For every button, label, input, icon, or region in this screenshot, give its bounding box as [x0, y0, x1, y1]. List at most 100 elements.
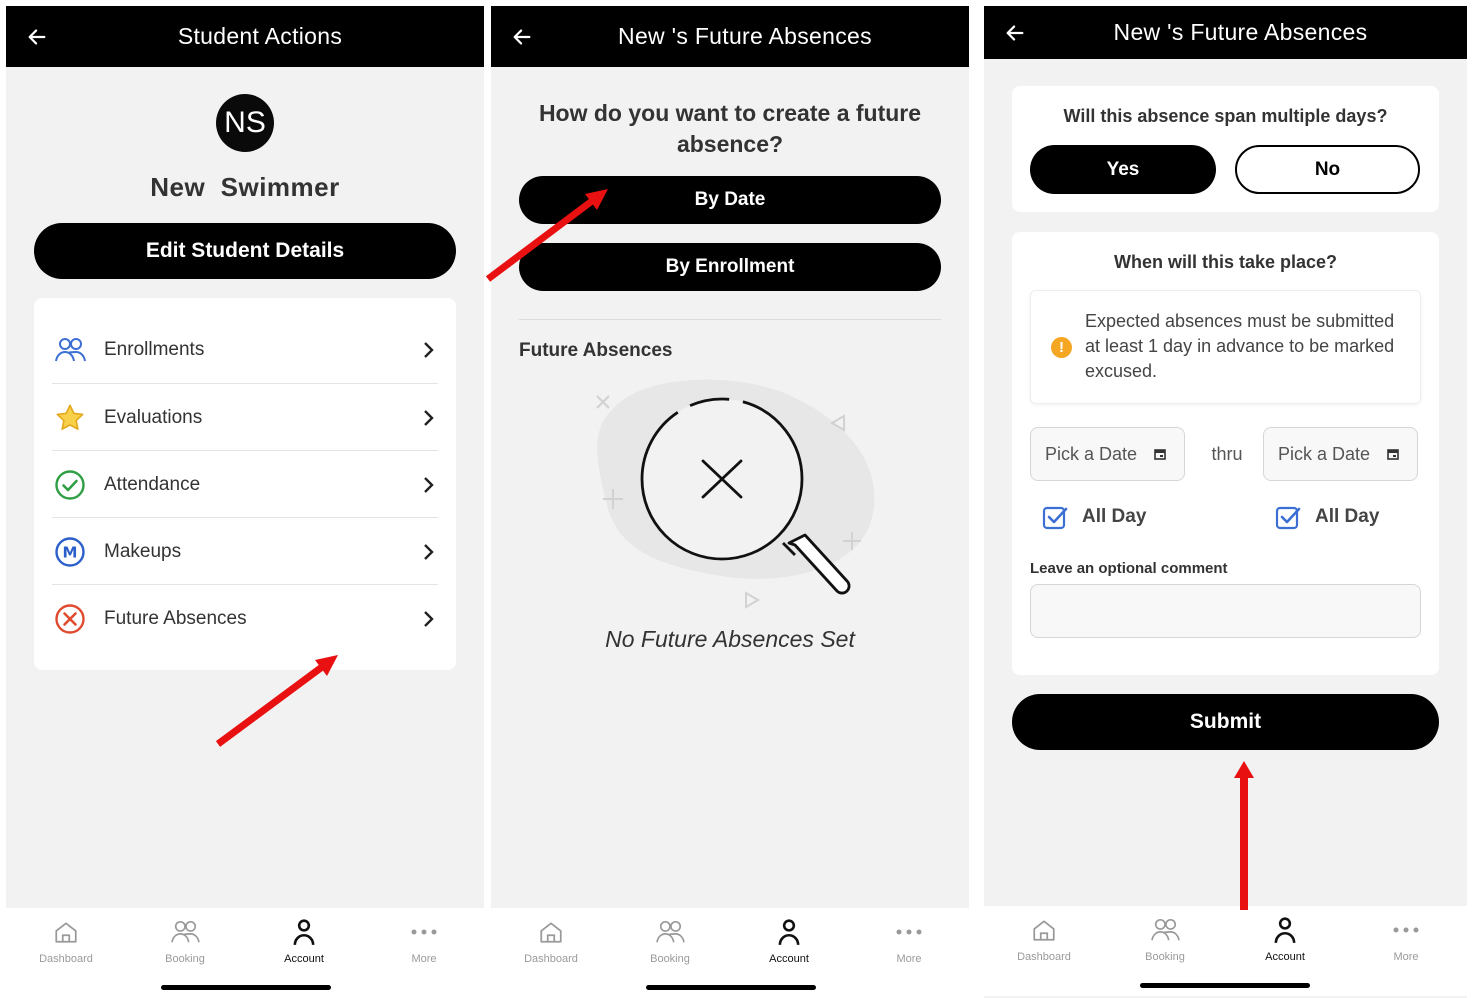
- tab-dashboard[interactable]: Dashboard: [21, 916, 111, 965]
- people-icon: [52, 332, 88, 368]
- home-icon: [506, 916, 596, 948]
- thru-label: thru: [1211, 444, 1243, 464]
- back-arrow-icon[interactable]: [1004, 6, 1028, 59]
- tab-label: More: [411, 953, 437, 965]
- menu-item-makeups[interactable]: M Makeups: [52, 518, 438, 585]
- tab-booking[interactable]: Booking: [1120, 914, 1210, 963]
- comment-input[interactable]: [1030, 584, 1421, 638]
- menu-item-label: Makeups: [104, 540, 182, 562]
- yes-button[interactable]: Yes: [1030, 145, 1216, 194]
- tab-label: More: [896, 953, 922, 965]
- svg-text:M: M: [63, 543, 78, 561]
- start-date-placeholder: Pick a Date: [1045, 443, 1138, 464]
- tab-dashboard[interactable]: Dashboard: [506, 916, 596, 965]
- menu-item-attendance[interactable]: Attendance: [52, 451, 438, 518]
- menu-item-evaluations[interactable]: Evaluations: [52, 384, 438, 451]
- chevron-right-icon: [418, 476, 438, 494]
- page-title: New 's Future Absences: [618, 23, 872, 49]
- tab-more[interactable]: More: [379, 916, 469, 965]
- checkbox-checked-icon: [1042, 504, 1068, 530]
- home-indicator: [161, 985, 331, 990]
- tab-label: Account: [769, 953, 809, 965]
- chevron-right-icon: [418, 610, 438, 628]
- tab-more[interactable]: More: [1361, 914, 1451, 963]
- tab-label: Dashboard: [39, 953, 93, 965]
- all-day-label: All Day: [1315, 506, 1380, 527]
- multi-day-card: Will this absence span multiple days? Ye…: [1012, 86, 1439, 212]
- tab-bar: Dashboard Booking Account More: [6, 908, 484, 998]
- edit-student-details-button[interactable]: Edit Student Details: [34, 223, 456, 279]
- tab-label: Booking: [650, 953, 690, 965]
- more-dots-icon: [379, 916, 469, 948]
- back-arrow-icon[interactable]: [511, 6, 535, 67]
- by-date-button[interactable]: By Date: [519, 176, 941, 224]
- when-question: When will this take place?: [1113, 252, 1338, 272]
- tab-account[interactable]: Account: [1240, 914, 1330, 963]
- tab-label: Account: [1265, 951, 1305, 963]
- menu-item-future-absences[interactable]: Future Absences: [52, 585, 438, 652]
- student-actions-menu: Enrollments Evaluations Attendance M Mak…: [34, 298, 456, 670]
- by-enrollment-button[interactable]: By Enrollment: [519, 243, 941, 291]
- chevron-right-icon: [418, 341, 438, 359]
- people-icon: [1120, 914, 1210, 946]
- no-button[interactable]: No: [1235, 145, 1420, 194]
- student-actions-screen: Student Actions NS New Swimmer Edit Stud…: [6, 6, 484, 998]
- page-title: Student Actions: [177, 23, 343, 49]
- person-icon: [259, 916, 349, 948]
- info-text: Expected absences must be submitted at l…: [1085, 311, 1395, 381]
- divider: [519, 319, 941, 320]
- end-date-placeholder: Pick a Date: [1278, 443, 1371, 464]
- empty-state-text: No Future Absences Set: [605, 626, 855, 652]
- tab-label: Dashboard: [524, 953, 578, 965]
- tab-dashboard[interactable]: Dashboard: [999, 914, 1089, 963]
- home-indicator: [646, 985, 816, 990]
- student-name: New Swimmer: [150, 172, 340, 202]
- calendar-icon: [1148, 448, 1172, 460]
- comment-label: Leave an optional comment: [1030, 560, 1228, 577]
- tab-label: Account: [284, 953, 324, 965]
- home-indicator: [1140, 983, 1310, 988]
- back-arrow-icon[interactable]: [26, 6, 50, 67]
- tab-label: Dashboard: [1017, 951, 1071, 963]
- future-absences-screen: New 's Future Absences How do you want t…: [491, 6, 969, 998]
- tab-label: Booking: [165, 953, 205, 965]
- tab-booking[interactable]: Booking: [625, 916, 715, 965]
- all-day-end-checkbox[interactable]: All Day: [1275, 504, 1379, 530]
- person-icon: [744, 916, 834, 948]
- end-date-field[interactable]: Pick a Date: [1263, 427, 1418, 481]
- home-icon: [999, 914, 1089, 946]
- future-absence-form-screen: New 's Future Absences Will this absence…: [984, 6, 1467, 998]
- menu-item-label: Future Absences: [104, 607, 247, 629]
- more-dots-icon: [864, 916, 954, 948]
- calendar-icon: [1381, 448, 1405, 460]
- tab-booking[interactable]: Booking: [140, 916, 230, 965]
- person-icon: [1240, 914, 1330, 946]
- more-dots-icon: [1361, 914, 1451, 946]
- multi-day-question: Will this absence span multiple days?: [1063, 106, 1388, 126]
- header: New 's Future Absences: [491, 6, 969, 67]
- tab-more[interactable]: More: [864, 916, 954, 965]
- menu-item-label: Enrollments: [104, 338, 205, 360]
- header: Student Actions: [6, 6, 484, 67]
- tab-label: Booking: [1145, 951, 1185, 963]
- tab-label: More: [1393, 951, 1419, 963]
- create-absence-question: How do you want to create a future absen…: [538, 100, 922, 157]
- x-circle-icon: [52, 601, 88, 637]
- tab-bar: Dashboard Booking Account More: [984, 906, 1467, 996]
- submit-button[interactable]: Submit: [1012, 694, 1439, 750]
- tab-account[interactable]: Account: [744, 916, 834, 965]
- when-card: When will this take place? ! Expected ab…: [1012, 232, 1439, 675]
- star-icon: [52, 400, 88, 436]
- header: New 's Future Absences: [984, 6, 1467, 59]
- people-icon: [140, 916, 230, 948]
- start-date-field[interactable]: Pick a Date: [1030, 427, 1185, 481]
- menu-item-enrollments[interactable]: Enrollments: [52, 316, 438, 383]
- chevron-right-icon: [418, 409, 438, 427]
- avatar: NS: [216, 94, 274, 152]
- check-circle-icon: [52, 467, 88, 503]
- all-day-start-checkbox[interactable]: All Day: [1042, 504, 1146, 530]
- tab-account[interactable]: Account: [259, 916, 349, 965]
- menu-item-label: Evaluations: [104, 406, 203, 428]
- info-notice: ! Expected absences must be submitted at…: [1030, 290, 1421, 404]
- page-title: New 's Future Absences: [1113, 19, 1368, 45]
